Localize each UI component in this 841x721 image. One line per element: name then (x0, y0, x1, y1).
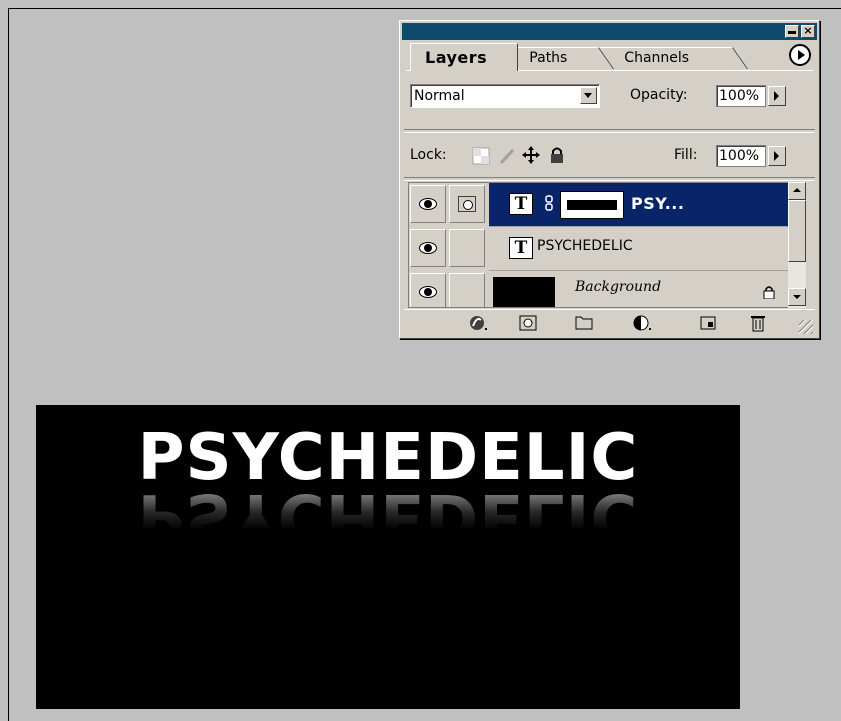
lock-row: Lock: Fill: 100% (410, 144, 811, 168)
opacity-value: 100% (719, 88, 760, 104)
tab-layers[interactable]: Layers (410, 43, 518, 71)
layer-body[interactable]: T PSY... (489, 183, 789, 227)
layer-row[interactable]: T PSY... (409, 183, 789, 227)
lock-position-move-icon[interactable] (522, 146, 540, 164)
new-group-icon[interactable] (574, 314, 594, 332)
opacity-slider-arrow-icon[interactable] (768, 86, 786, 106)
mask-edit-cell[interactable] (449, 185, 485, 223)
layer-name: PSYCHEDELIC (537, 238, 633, 254)
background-thumbnail (493, 277, 555, 307)
fill-input[interactable]: 100% (716, 145, 766, 167)
layer-row[interactable]: T PSYCHEDELIC (409, 227, 789, 271)
layers-list: T PSY... T PSYCHEDELIC Background (408, 182, 790, 308)
opacity-label: Opacity: (630, 87, 688, 103)
eye-icon (419, 286, 437, 298)
link-cell[interactable] (449, 229, 485, 267)
visibility-toggle[interactable] (410, 229, 446, 267)
tab-channels-label: Channels (624, 50, 690, 66)
palette-titlebar[interactable]: × (402, 23, 817, 40)
fill-slider-arrow-icon[interactable] (768, 146, 786, 166)
lock-label: Lock: (410, 147, 447, 163)
tab-channels[interactable]: Channels (597, 47, 748, 69)
eye-icon (419, 242, 437, 254)
layer-row[interactable]: Background (409, 271, 789, 307)
palette-menu-arrow-icon[interactable] (789, 44, 811, 66)
tab-layers-label: Layers (425, 48, 488, 67)
layers-palette: × Channels Paths Layers Normal Opacity: … (399, 20, 820, 339)
layer-name: Background (575, 279, 662, 295)
text-layer-icon: T (509, 237, 533, 259)
blend-mode-select[interactable]: Normal (410, 84, 600, 108)
layer-body[interactable]: T PSYCHEDELIC (489, 227, 789, 271)
eye-icon (419, 198, 437, 210)
palette-bottom-bar (404, 309, 815, 336)
chevron-down-icon[interactable] (580, 87, 597, 104)
canvas-text: PSYCHEDELIC (137, 421, 639, 495)
visibility-toggle[interactable] (410, 273, 446, 307)
lock-image-brush-icon[interactable] (498, 147, 516, 165)
palette-tabs: Channels Paths Layers (406, 43, 813, 71)
scroll-thumb[interactable] (788, 200, 806, 262)
resize-grip[interactable] (799, 320, 813, 334)
fill-label: Fill: (674, 147, 698, 163)
divider (404, 129, 815, 133)
link-cell[interactable] (449, 273, 485, 307)
close-icon[interactable]: × (801, 25, 815, 38)
adjustment-layer-icon[interactable] (632, 314, 652, 332)
visibility-toggle[interactable] (410, 185, 446, 223)
layer-body[interactable]: Background (489, 271, 789, 307)
opacity-input[interactable]: 100% (716, 85, 766, 107)
layer-name: PSY... (631, 194, 685, 213)
minimize-icon[interactable] (785, 25, 799, 38)
blend-row: Normal Opacity: 100% (410, 84, 811, 108)
document-canvas[interactable]: PSYCHEDELIC PSYCHEDELIC (36, 405, 740, 709)
layer-style-icon[interactable] (468, 314, 488, 332)
trash-icon[interactable] (748, 314, 768, 332)
layers-scrollbar[interactable] (788, 182, 806, 308)
new-layer-icon[interactable] (698, 314, 718, 332)
blend-mode-value: Normal (414, 88, 465, 104)
add-mask-icon[interactable] (518, 314, 538, 332)
link-chain-icon[interactable] (545, 195, 553, 211)
tab-paths-label: Paths (529, 50, 568, 66)
divider (404, 177, 815, 181)
fill-value: 100% (719, 148, 760, 164)
text-layer-icon: T (509, 193, 533, 215)
tab-paths[interactable]: Paths (502, 47, 614, 69)
lock-transparency-icon[interactable] (472, 147, 490, 165)
lock-all-icon[interactable] (548, 146, 566, 164)
scroll-down-icon[interactable] (788, 288, 806, 306)
lock-icon (763, 286, 775, 299)
mask-thumbnail[interactable] (561, 192, 623, 218)
layer-mask-icon (458, 196, 476, 212)
scroll-up-icon[interactable] (788, 182, 806, 200)
